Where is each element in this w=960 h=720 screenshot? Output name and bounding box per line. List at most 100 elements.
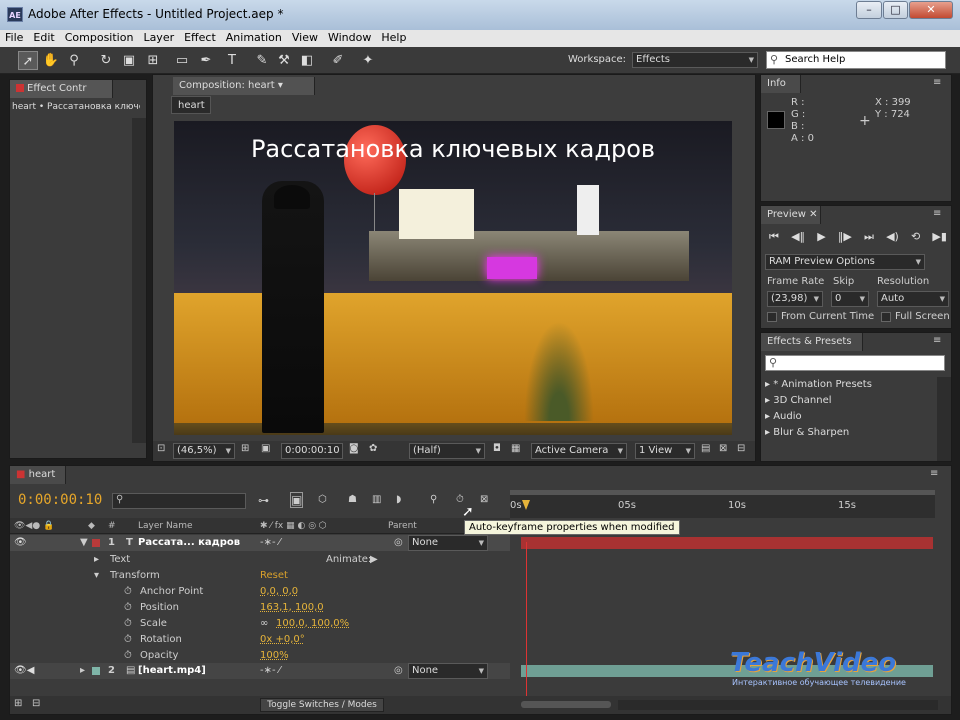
toggle-switches-modes-button[interactable]: Toggle Switches / Modes — [260, 698, 384, 712]
timeline-tab[interactable]: ■ heart — [10, 466, 66, 484]
layer-switches[interactable]: -∗- ⁄ — [260, 663, 280, 679]
pickwhip-icon[interactable]: ◎ — [394, 663, 403, 679]
effects-search-field[interactable]: ⚲ — [765, 355, 945, 371]
camera-select[interactable]: Active Camera — [531, 443, 627, 459]
full-screen-checkbox[interactable] — [881, 312, 891, 322]
comp-subtab-heart[interactable]: heart — [171, 96, 211, 114]
close-button[interactable]: ✕ — [909, 1, 953, 19]
color-channels-icon[interactable]: ✿ — [369, 443, 377, 454]
brush-tool-icon[interactable]: ✎ — [252, 51, 272, 70]
text-group-row[interactable]: ▸ Text Animate: ▶ — [10, 552, 510, 568]
info-tab[interactable]: Info — [761, 75, 801, 93]
magnification-select[interactable]: (46,5%) — [173, 443, 235, 459]
layer-search-field[interactable]: ⚲ — [112, 493, 246, 509]
ram-preview-icon[interactable]: ▶▮ — [932, 230, 947, 246]
live-update-icon[interactable]: ▣ — [290, 492, 304, 508]
visibility-icon[interactable]: 👁 — [14, 535, 27, 551]
reset-link[interactable]: Reset — [260, 568, 288, 584]
fast-preview-icon[interactable]: ⊠ — [719, 443, 727, 454]
layer-switches[interactable]: -∗- ⁄ — [260, 535, 280, 551]
layer-label-color[interactable] — [92, 667, 100, 675]
toggle-pixel-icon[interactable]: ▤ — [701, 443, 710, 454]
stopwatch-icon[interactable]: ⏱ — [124, 616, 132, 632]
effect-controls-tab[interactable]: Effect Contr — [10, 80, 113, 98]
scrollbar[interactable] — [132, 118, 146, 443]
ram-preview-options-select[interactable]: RAM Preview Options — [765, 254, 925, 270]
expand-icon[interactable]: ▸ — [80, 663, 85, 679]
animate-menu-icon[interactable]: ▶ — [370, 552, 378, 568]
stopwatch-icon[interactable]: ⏱ — [124, 648, 132, 664]
menu-view[interactable]: View — [287, 30, 323, 44]
loop-icon[interactable]: ⟲ — [911, 230, 920, 246]
camera-tool-icon[interactable]: ▣ — [119, 51, 139, 70]
property-value[interactable]: 100% — [260, 648, 289, 664]
parent-select[interactable]: None — [408, 663, 488, 679]
eraser-tool-icon[interactable]: ◧ — [297, 51, 317, 70]
expand-icon[interactable]: ▾ — [94, 568, 99, 584]
visibility-icon[interactable]: 👁◀ — [14, 663, 34, 679]
menu-animation[interactable]: Animation — [221, 30, 287, 44]
menu-file[interactable]: File — [0, 30, 28, 44]
panel-menu-icon[interactable]: ≡ — [933, 208, 941, 219]
always-preview-icon[interactable]: ⊡ — [157, 443, 165, 454]
resolution-select[interactable]: (Half) — [409, 443, 485, 459]
last-frame-icon[interactable]: ⏭ — [864, 230, 874, 246]
comp-mini-flowchart-icon[interactable]: ⊶ — [258, 494, 269, 507]
shy-layers-icon[interactable]: ☗ — [348, 494, 357, 505]
frame-rate-select[interactable]: (23,98) — [767, 291, 823, 307]
zoom-tool-icon[interactable]: ⚲ — [64, 51, 84, 70]
playhead-handle[interactable] — [522, 500, 530, 510]
menu-layer[interactable]: Layer — [138, 30, 179, 44]
panel-menu-icon[interactable]: ≡ — [930, 468, 938, 479]
property-row-position[interactable]: ⏱ Position 163,1, 100,0 — [10, 600, 510, 616]
current-time-field[interactable]: 0:00:00:10 — [281, 443, 343, 459]
timeline-icon[interactable]: ⊟ — [737, 443, 745, 454]
expand-icon[interactable]: ▼ — [80, 535, 88, 551]
constrain-proportions-icon[interactable]: ∞ — [260, 616, 268, 632]
layer-name[interactable]: Рассата... кадров — [138, 535, 240, 551]
time-ruler[interactable]: 0s 05s 10s 15s — [510, 490, 935, 518]
search-help-field[interactable]: ⚲ Search Help — [766, 51, 946, 69]
mask-visibility-icon[interactable]: ▣ — [261, 443, 270, 454]
grid-icon[interactable]: ⊞ — [241, 443, 249, 454]
next-frame-icon[interactable]: ‖▶ — [838, 230, 852, 246]
transfer-controls-icon[interactable]: ⊟ — [32, 698, 40, 709]
expand-icon[interactable]: ▸ — [94, 552, 99, 568]
horizontal-scrollbar[interactable] — [618, 700, 938, 710]
composition-viewer[interactable]: Рассатановка ключевых кадров — [174, 121, 732, 435]
menu-composition[interactable]: Composition — [60, 30, 139, 44]
layer-label-color[interactable] — [92, 539, 100, 547]
menu-help[interactable]: Help — [376, 30, 411, 44]
menu-edit[interactable]: Edit — [28, 30, 59, 44]
play-icon[interactable]: ▶ — [817, 230, 825, 246]
audio-icon[interactable]: ◀) — [886, 230, 899, 246]
property-row-opacity[interactable]: ⏱ Opacity 100% — [10, 648, 510, 664]
clone-stamp-tool-icon[interactable]: ⚒ — [274, 51, 294, 70]
property-row-scale[interactable]: ⏱ Scale ∞ 100,0, 100,0% — [10, 616, 510, 632]
property-value[interactable]: 0x +0,0° — [260, 632, 305, 648]
panel-menu-icon[interactable]: ≡ — [933, 77, 941, 88]
maximize-button[interactable]: □ — [883, 1, 908, 19]
view-layout-select[interactable]: 1 View — [635, 443, 695, 459]
first-frame-icon[interactable]: ⏮ — [769, 230, 779, 246]
previous-frame-icon[interactable]: ◀‖ — [791, 230, 805, 246]
parent-select[interactable]: None — [408, 535, 488, 551]
pickwhip-icon[interactable]: ◎ — [394, 535, 403, 551]
layer-bar-1[interactable] — [521, 537, 933, 549]
layer-row-1[interactable]: 👁 ▼ 1 T Рассата... кадров -∗- ⁄ ◎ None — [10, 535, 510, 551]
draft-3d-icon[interactable]: ⬡ — [318, 494, 327, 505]
composition-tab[interactable]: Composition: heart ▾ — [173, 77, 315, 95]
menu-window[interactable]: Window — [323, 30, 376, 44]
menu-effect[interactable]: Effect — [179, 30, 221, 44]
stopwatch-icon[interactable]: ⏱ — [124, 600, 132, 616]
workspace-select[interactable]: Effects — [632, 52, 758, 68]
effects-presets-tab[interactable]: Effects & Presets ✕ — [761, 333, 863, 365]
region-of-interest-icon[interactable]: ◘ — [493, 443, 501, 454]
roto-brush-tool-icon[interactable]: ✐ — [328, 51, 348, 70]
type-tool-icon[interactable]: T — [222, 51, 242, 70]
brainstorm-icon[interactable]: ⚲ — [430, 494, 437, 505]
stopwatch-icon[interactable]: ⏱ — [124, 632, 132, 648]
motion-blur-icon[interactable]: ◗ — [396, 494, 401, 505]
property-value[interactable]: 100,0, 100,0% — [276, 616, 349, 632]
list-item[interactable]: ▸ Blur & Sharpen — [765, 425, 937, 441]
